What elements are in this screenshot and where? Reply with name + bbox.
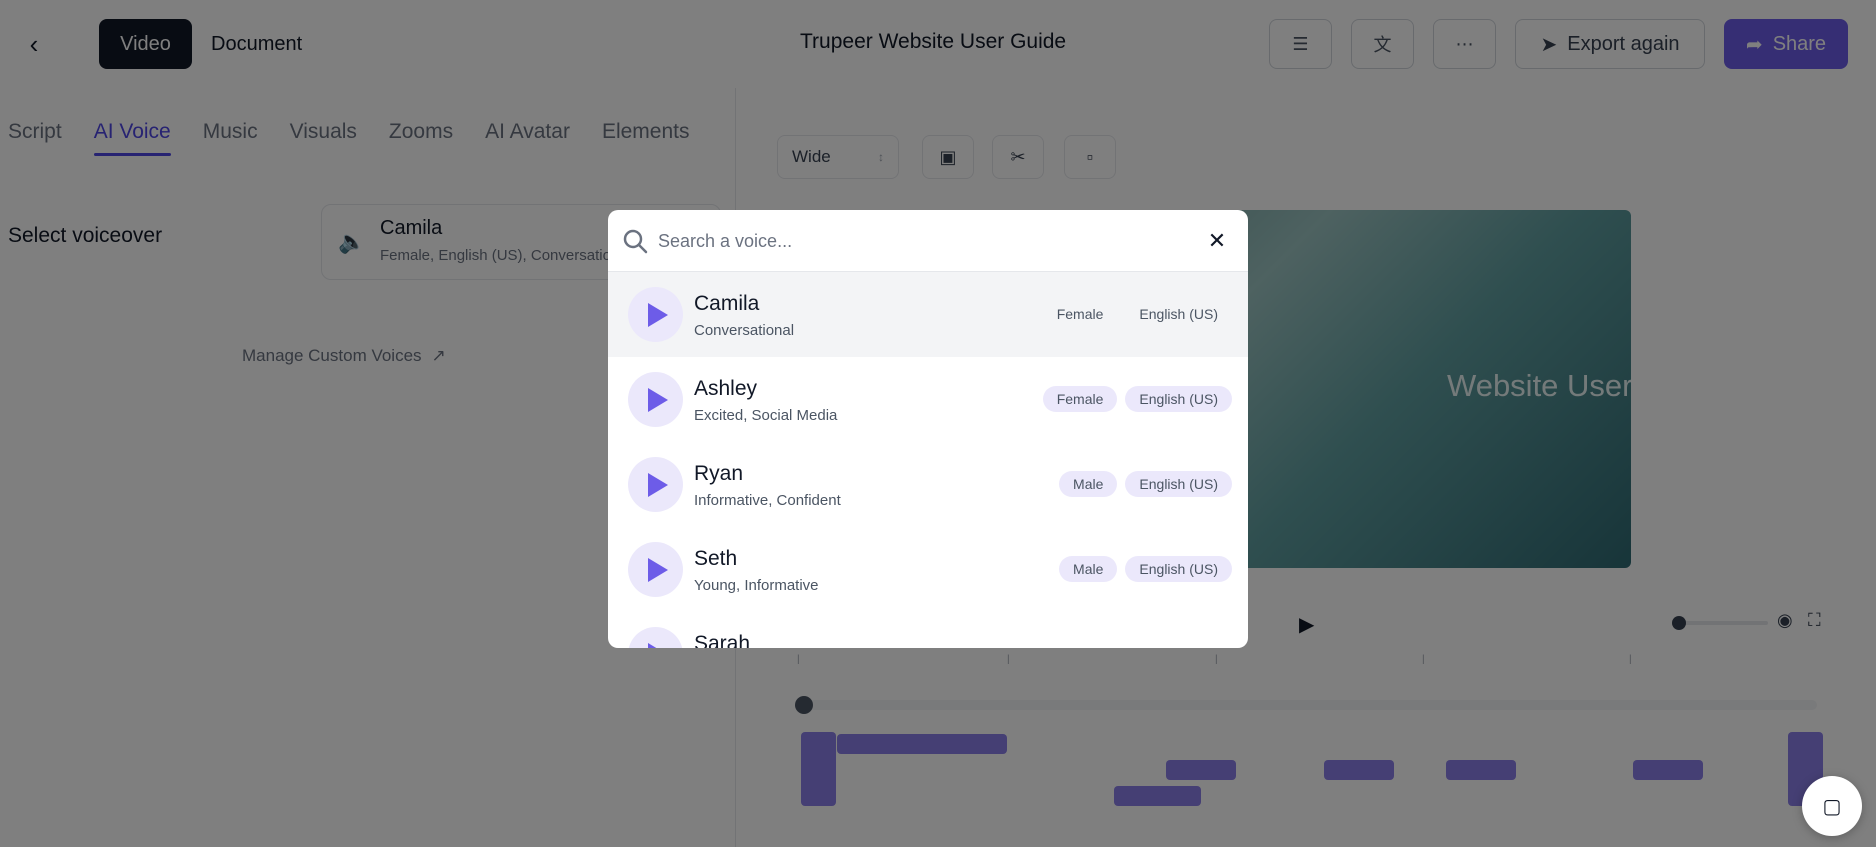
help-chat-button[interactable]: ▢ [1802, 776, 1862, 836]
play-preview-button[interactable] [628, 627, 683, 648]
voice-description: Informative, Confident [694, 492, 841, 509]
voice-name: Ashley [694, 377, 758, 400]
voice-search-input[interactable] [658, 223, 1178, 259]
play-icon [648, 472, 668, 497]
play-preview-button[interactable] [628, 542, 683, 597]
search-icon [623, 229, 648, 254]
voice-description: Excited, Social Media [694, 407, 838, 424]
play-preview-button[interactable] [628, 457, 683, 512]
voice-name: Ryan [694, 462, 744, 485]
language-badge: English (US) [1125, 556, 1232, 582]
voice-badges: Female English (US) [1043, 301, 1232, 327]
play-icon [648, 642, 668, 648]
voice-picker-modal: ✕ Camila Conversational Female English (… [608, 210, 1248, 648]
voice-name: Sarah [694, 632, 751, 648]
voice-row-sarah[interactable]: Sarah [608, 612, 1248, 648]
voice-name: Camila [694, 292, 760, 315]
voice-row-ashley[interactable]: Ashley Excited, Social Media Female Engl… [608, 357, 1248, 442]
voice-description: Conversational [694, 322, 795, 339]
play-preview-button[interactable] [628, 287, 683, 342]
gender-badge: Male [1059, 471, 1118, 497]
voice-name: Seth [694, 547, 738, 570]
voice-description: Young, Informative [694, 577, 819, 594]
close-icon[interactable]: ✕ [1204, 228, 1230, 254]
voice-badges: Female English (US) [1042, 386, 1232, 412]
voice-row-ryan[interactable]: Ryan Informative, Confident Male English… [608, 442, 1248, 527]
gender-badge: Male [1059, 556, 1118, 582]
play-preview-button[interactable] [628, 372, 683, 427]
search-row: ✕ [608, 210, 1248, 272]
gender-badge: Female [1056, 306, 1104, 322]
voice-row-seth[interactable]: Seth Young, Informative Male English (US… [608, 527, 1248, 612]
play-icon [648, 387, 668, 412]
play-icon [648, 557, 668, 582]
voice-badges: Male English (US) [1059, 556, 1232, 582]
voice-list: Camila Conversational Female English (US… [608, 272, 1248, 648]
play-icon [648, 302, 668, 327]
voice-row-camila[interactable]: Camila Conversational Female English (US… [608, 272, 1248, 357]
voice-badges: Male English (US) [1059, 471, 1232, 497]
gender-badge: Female [1042, 386, 1118, 412]
language-badge: English (US) [1125, 471, 1232, 497]
language-badge: English (US) [1125, 386, 1232, 412]
language-badge: English (US) [1139, 306, 1218, 322]
